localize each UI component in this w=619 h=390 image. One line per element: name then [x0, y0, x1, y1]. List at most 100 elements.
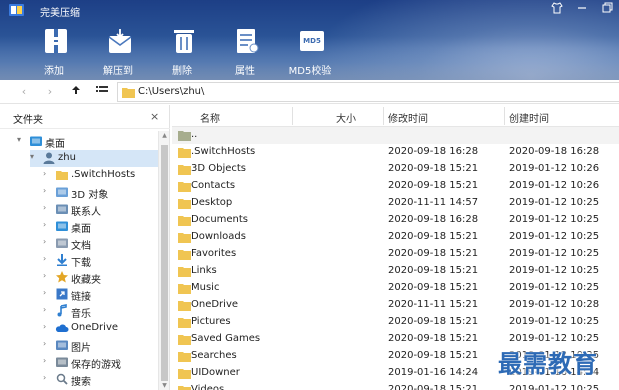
folder-panel-title: 文件夹 — [13, 115, 43, 126]
close-panel-button[interactable]: × — [150, 110, 159, 123]
folder-panel-scrollbar[interactable]: ▲ ▼ — [158, 131, 169, 390]
collapsed-arrow-icon[interactable]: › — [43, 373, 52, 382]
scrollbar-thumb[interactable] — [161, 145, 168, 381]
file-name: .SwitchHosts — [191, 146, 256, 157]
tree-item[interactable]: › 收藏夹 — [43, 269, 158, 286]
scroll-up-icon[interactable]: ▲ — [160, 132, 169, 139]
tree-item-label: 搜索 — [71, 377, 91, 388]
collapsed-arrow-icon[interactable]: › — [43, 254, 52, 263]
tree-item-label: .SwitchHosts — [71, 169, 136, 180]
tree-item[interactable]: › 链接 — [43, 286, 158, 303]
file-name: Links — [191, 265, 217, 276]
column-name[interactable]: 名称 — [200, 110, 220, 125]
md5-badge: MD5 — [303, 37, 321, 45]
collapsed-arrow-icon[interactable]: › — [43, 322, 52, 331]
properties-label: 属性 — [235, 66, 255, 77]
collapsed-arrow-icon[interactable]: › — [43, 356, 52, 365]
tree-item[interactable]: › 搜索 — [43, 371, 158, 388]
file-row[interactable]: OneDrive 2020-11-11 15:21 2019-01-12 10:28 — [172, 297, 619, 314]
file-row[interactable]: Downloads 2020-09-18 15:21 2019-01-12 10:2… — [172, 229, 619, 246]
star-icon — [56, 271, 68, 283]
tree-item[interactable]: ▾ 桌面 — [17, 133, 158, 150]
tree-item[interactable]: ▾ zhu — [30, 150, 158, 167]
tree-item[interactable]: › 图片 — [43, 337, 158, 354]
file-name: Contacts — [191, 180, 236, 191]
restore-button[interactable] — [598, 2, 616, 18]
file-name: 3D Objects — [191, 163, 247, 174]
tree-item[interactable]: › 音乐 — [43, 303, 158, 320]
file-row[interactable]: Videos 2020-09-18 15:21 2019-01-12 10:25 — [172, 382, 619, 390]
tree-item[interactable]: › 桌面 — [43, 218, 158, 235]
collapsed-arrow-icon[interactable]: › — [43, 237, 52, 246]
file-row[interactable]: Music 2020-09-18 15:21 2019-01-12 10:25 — [172, 280, 619, 297]
tree-item[interactable]: › OneDrive — [43, 320, 158, 337]
watermark-logo: 最需教育 — [498, 349, 598, 378]
file-row[interactable]: Contacts 2020-09-18 15:21 2019-01-12 10:26 — [172, 178, 619, 195]
file-row[interactable]: Links 2020-09-18 15:21 2019-01-12 10:25 — [172, 263, 619, 280]
tree-item[interactable]: › 3D 对象 — [43, 184, 158, 201]
file-row[interactable]: .SwitchHosts 2020-09-18 16:28 2020-09-18 1… — [172, 144, 619, 161]
app-logo-icon — [9, 4, 24, 16]
md5-button[interactable]: MD5 MD5校验 — [288, 28, 332, 78]
tree-item[interactable]: › 保存的游戏 — [43, 354, 158, 371]
music-icon — [57, 304, 67, 317]
collapsed-arrow-icon[interactable]: › — [43, 186, 52, 195]
column-modified[interactable]: 修改时间 — [388, 110, 428, 125]
path-input[interactable]: C:\Users\zhu\ — [117, 82, 619, 102]
parent-folder-row[interactable]: .. — [172, 127, 619, 144]
file-row[interactable]: Favorites 2020-09-18 15:21 2019-01-12 10:2… — [172, 246, 619, 263]
folder-icon — [178, 352, 191, 362]
back-button[interactable]: ‹ — [16, 84, 32, 100]
expanded-arrow-icon[interactable]: ▾ — [30, 152, 39, 161]
folder-icon — [178, 199, 191, 209]
column-created[interactable]: 创建时间 — [509, 110, 549, 125]
saved-games-icon — [56, 357, 68, 367]
file-created: 2019-01-12 10:25 — [509, 265, 600, 276]
folder-icon — [178, 335, 191, 345]
file-row[interactable]: Desktop 2020-11-11 14:57 2019-01-12 10:25 — [172, 195, 619, 212]
add-button[interactable]: 添加 — [32, 28, 76, 78]
forward-button[interactable]: › — [42, 84, 58, 100]
tree-item[interactable]: › 下载 — [43, 252, 158, 269]
extract-button[interactable]: 解压到 — [96, 28, 140, 78]
skin-icon[interactable] — [548, 2, 566, 18]
file-row[interactable]: Pictures 2020-09-18 15:21 2019-01-12 10:25 — [172, 314, 619, 331]
download-icon — [57, 254, 67, 266]
minimize-button[interactable] — [573, 2, 591, 18]
tree-item-label: 联系人 — [71, 207, 101, 218]
file-row[interactable]: Documents 2020-09-18 16:28 2019-01-12 10:2… — [172, 212, 619, 229]
search-icon — [56, 373, 68, 385]
file-modified: 2020-09-18 15:21 — [388, 282, 479, 293]
tree-item[interactable]: › 联系人 — [43, 201, 158, 218]
folder-icon — [178, 301, 191, 311]
view-list-button[interactable] — [94, 84, 110, 100]
file-row[interactable]: 3D Objects 2020-09-18 15:21 2019-01-12 10:… — [172, 161, 619, 178]
collapsed-arrow-icon[interactable]: › — [43, 220, 52, 229]
expanded-arrow-icon[interactable]: ▾ — [17, 135, 26, 144]
column-divider — [292, 107, 293, 125]
up-button[interactable] — [68, 84, 84, 100]
properties-button[interactable]: 属性 — [223, 28, 267, 78]
collapsed-arrow-icon[interactable]: › — [43, 169, 52, 178]
delete-button[interactable]: 删除 — [160, 28, 204, 78]
folder-icon — [178, 267, 191, 277]
file-modified: 2020-09-18 15:21 — [388, 265, 479, 276]
folder-icon — [178, 369, 191, 379]
column-divider — [504, 107, 505, 125]
collapsed-arrow-icon[interactable]: › — [43, 271, 52, 280]
file-modified: 2020-11-11 15:21 — [388, 299, 479, 310]
folder-icon — [178, 250, 191, 260]
column-size[interactable]: 大小 — [336, 110, 356, 125]
folder-icon — [178, 284, 191, 294]
tree-item[interactable]: › 文档 — [43, 235, 158, 252]
file-created: 2019-01-12 10:25 — [509, 248, 600, 259]
tree-item-label: 文档 — [71, 241, 91, 252]
tree-item[interactable]: › .SwitchHosts — [43, 167, 158, 184]
collapsed-arrow-icon[interactable]: › — [43, 305, 52, 314]
collapsed-arrow-icon[interactable]: › — [43, 203, 52, 212]
file-created: 2019-01-12 10:25 — [509, 384, 600, 390]
collapsed-arrow-icon[interactable]: › — [43, 288, 52, 297]
scroll-down-icon[interactable]: ▼ — [160, 382, 169, 389]
file-modified: 2020-09-18 15:21 — [388, 180, 479, 191]
collapsed-arrow-icon[interactable]: › — [43, 339, 52, 348]
